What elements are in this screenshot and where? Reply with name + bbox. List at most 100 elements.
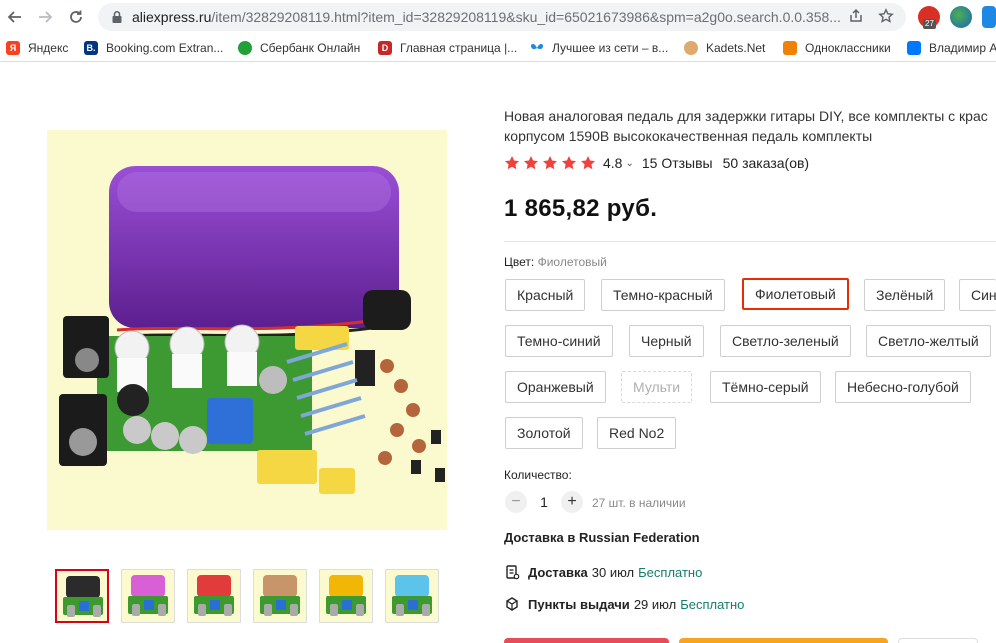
- orders-count: 50 заказа(ов): [722, 155, 810, 171]
- star-icon: [581, 156, 595, 170]
- delivery-label: Доставка: [528, 564, 588, 580]
- thumbnail-enclosure: [263, 575, 297, 597]
- bookmark-label: Лучшее из сети – в...: [552, 41, 669, 55]
- yandex-icon: Я: [6, 41, 20, 55]
- bookmark-label: Владимир А: [929, 41, 996, 55]
- quantity-input[interactable]: 1: [537, 494, 551, 510]
- forward-button[interactable]: [32, 4, 58, 30]
- selected-color-text: Фиолетовый: [537, 255, 607, 269]
- thumbnail-enclosure: [131, 575, 165, 597]
- divider: [504, 241, 996, 242]
- pickup-point-icon: [506, 597, 518, 611]
- color-option-black[interactable]: Черный: [629, 325, 704, 357]
- star-icon: [524, 156, 538, 170]
- reviews-link[interactable]: 15 Отзывы: [642, 155, 713, 171]
- bookmark-star-icon[interactable]: [877, 8, 895, 26]
- thumbnail-black[interactable]: [55, 569, 109, 623]
- delivery-price: Бесплатно: [638, 564, 703, 580]
- color-option-gold[interactable]: Золотой: [505, 417, 583, 449]
- product-main-image[interactable]: [47, 130, 447, 530]
- thumbnail-sky-blue[interactable]: [385, 569, 439, 623]
- chevron-down-icon[interactable]: ⌄: [625, 158, 633, 169]
- rating-value[interactable]: 4.8: [603, 155, 622, 171]
- back-button[interactable]: [2, 4, 28, 30]
- color-option-dark-gray[interactable]: Тёмно-серый: [710, 371, 821, 403]
- bookmark-booking[interactable]: B. Booking.com Extran...: [84, 40, 223, 56]
- delivery-date: 30 июл: [591, 564, 635, 580]
- product-title: Новая аналоговая педаль для задержки гит…: [504, 106, 996, 146]
- color-option-dark-blue[interactable]: Темно-синий: [505, 325, 613, 357]
- pickup-date: 29 июл: [633, 596, 677, 612]
- bookmarks-bar: Я Яндекс B. Booking.com Extran... Сбербанк…: [0, 34, 996, 62]
- thumbnail-switch: [408, 600, 418, 610]
- extension-globe-icon[interactable]: [950, 6, 972, 28]
- color-option-green[interactable]: Зелёный: [864, 279, 946, 311]
- bookmark-best-of-web[interactable]: Лучшее из сети – в...: [530, 40, 668, 56]
- browser-toolbar: aliexpress.ru/item/32829208119.html?item…: [0, 0, 996, 34]
- sberbank-icon: [238, 41, 252, 55]
- thumbnail-knob: [224, 604, 232, 616]
- thumbnail-switch: [144, 600, 154, 610]
- extension-abp-icon[interactable]: 27: [918, 6, 940, 29]
- booking-icon: B.: [84, 41, 98, 55]
- star-icon: [505, 156, 519, 170]
- color-option-multi: Мульти: [621, 371, 693, 403]
- share-icon[interactable]: [847, 8, 865, 26]
- thumbnail-pink[interactable]: [121, 569, 175, 623]
- color-option-light-green[interactable]: Светло-зеленый: [720, 325, 851, 357]
- rating-stars: [504, 155, 599, 171]
- thumbnail-knob: [93, 605, 101, 617]
- kadets-icon: [684, 41, 698, 55]
- pickup-price: Бесплатно: [680, 596, 745, 612]
- pickup-label: Пункты выдачи: [528, 596, 630, 612]
- thumbnail-enclosure: [329, 575, 363, 597]
- package-icon: [506, 565, 520, 580]
- bookmark-yandex[interactable]: Я Яндекс: [6, 40, 68, 56]
- thumbnail-gold[interactable]: [319, 569, 373, 623]
- color-option-orange[interactable]: Оранжевый: [505, 371, 606, 403]
- thumbnail-switch: [276, 600, 286, 610]
- bookmark-sberbank[interactable]: Сбербанк Онлайн: [238, 40, 360, 56]
- color-option-light-yellow[interactable]: Светло-желтый: [866, 325, 991, 357]
- thumbnail-enclosure: [395, 575, 429, 597]
- color-option-red[interactable]: Красный: [505, 279, 586, 311]
- color-option-blue[interactable]: Син: [959, 279, 996, 311]
- url-host: aliexpress.ru: [132, 9, 212, 25]
- thumbnail-tan[interactable]: [253, 569, 307, 623]
- bookmark-label: Одноклассники: [805, 41, 891, 55]
- color-option-purple[interactable]: Фиолетовый: [742, 278, 849, 310]
- vk-icon: [907, 41, 921, 55]
- thumbnail-switch: [79, 601, 89, 611]
- bookmark-kadets[interactable]: Kadets.Net: [684, 40, 765, 56]
- bookmark-odnoklassniki[interactable]: Одноклассники: [783, 40, 891, 56]
- bookmark-vk[interactable]: Владимир А: [907, 40, 996, 56]
- arrow-right-icon: [39, 11, 53, 23]
- thumbnail-knob: [158, 604, 166, 616]
- color-label: Цвет: Фиолетовый: [504, 255, 607, 269]
- quantity-decrease-button[interactable]: −: [505, 491, 527, 513]
- color-option-red-no2[interactable]: Red No2: [597, 417, 677, 449]
- thumbnail-enclosure: [66, 576, 100, 598]
- reload-button[interactable]: [63, 4, 89, 30]
- rating-row: 4.8 ⌄ 15 Отзывы 50 заказа(ов): [504, 153, 809, 173]
- address-bar[interactable]: aliexpress.ru/item/32829208119.html?item…: [98, 3, 906, 31]
- shipping-pickup-row: Пункты выдачи 29 июл Бесплатно: [504, 594, 744, 614]
- quantity-increase-button[interactable]: +: [561, 491, 583, 513]
- color-option-dark-red[interactable]: Темно-красный: [601, 279, 725, 311]
- thumbnail-knob: [132, 604, 140, 616]
- pedal-kit-illustration: [59, 166, 445, 494]
- thumbnail-red[interactable]: [187, 569, 241, 623]
- stock-count: 27 шт. в наличии: [592, 496, 686, 510]
- thumbnail-knob: [330, 604, 338, 616]
- product-price: 1 865,82 руб.: [504, 195, 658, 222]
- star-icon: [543, 156, 557, 170]
- product-title-line-1: Новая аналоговая педаль для задержки гит…: [504, 108, 988, 124]
- buy-now-button[interactable]: [504, 638, 669, 643]
- bookmark-main-page[interactable]: D Главная страница |...: [378, 40, 517, 56]
- add-to-cart-button[interactable]: [679, 638, 888, 643]
- bookmark-label: Booking.com Extran...: [106, 41, 224, 55]
- wishlist-button[interactable]: [898, 638, 978, 643]
- extension-translate-icon[interactable]: [982, 6, 996, 28]
- color-option-sky-blue[interactable]: Небесно-голубой: [835, 371, 971, 403]
- page-icon: D: [378, 41, 392, 55]
